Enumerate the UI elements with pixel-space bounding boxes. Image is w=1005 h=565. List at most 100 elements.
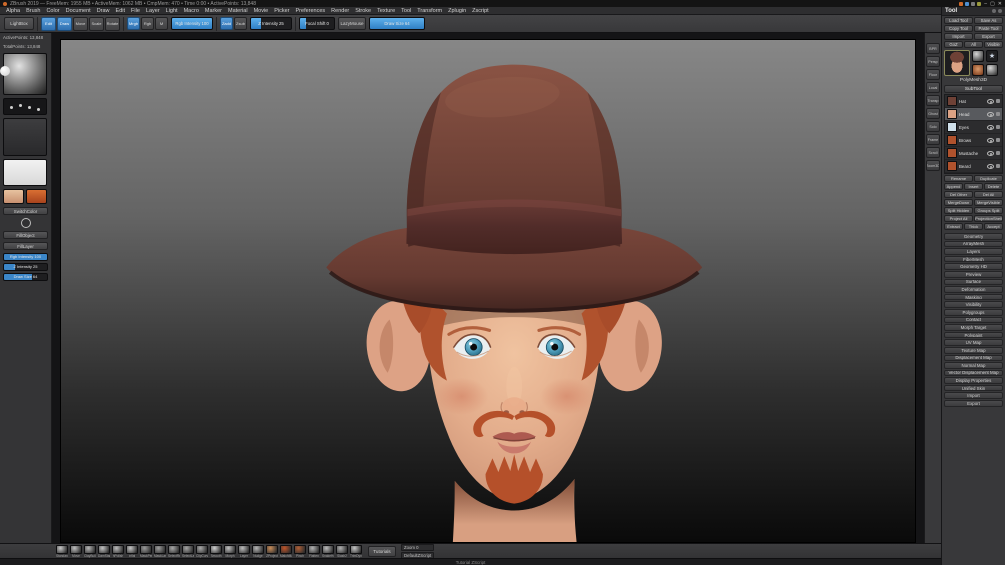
visibility-eye-icon[interactable] xyxy=(987,163,994,169)
lightbox-button[interactable]: LightBox xyxy=(4,17,34,30)
menu-file[interactable]: File xyxy=(128,7,143,15)
subtool-item-mustache[interactable]: Mustache xyxy=(945,147,1002,160)
section-deformation[interactable]: Deformation xyxy=(944,286,1003,293)
menu-preferences[interactable]: Preferences xyxy=(293,7,329,15)
palette-menu-icon[interactable] xyxy=(998,9,1002,13)
section-morph-target[interactable]: Morph Target xyxy=(944,324,1003,331)
project-all-button[interactable]: Project All xyxy=(944,215,973,222)
section-polygroups[interactable]: Polygroups xyxy=(944,308,1003,316)
visibility-eye-icon[interactable] xyxy=(987,137,994,143)
thick-button[interactable]: Thick xyxy=(964,223,983,230)
menu-picker[interactable]: Picker xyxy=(271,7,292,15)
extract-button[interactable]: Extract xyxy=(944,223,963,230)
transp-icon[interactable]: Transp xyxy=(926,95,940,106)
goz-button[interactable]: GoZ xyxy=(944,41,963,48)
append-button[interactable]: Append xyxy=(944,183,963,190)
minimize-button[interactable]: – xyxy=(984,1,987,7)
brush-morph[interactable]: Morph xyxy=(224,544,236,558)
menu-texture[interactable]: Texture xyxy=(374,7,398,15)
brush-pinch[interactable]: Pinch xyxy=(294,544,306,558)
menu-light[interactable]: Light xyxy=(163,7,181,15)
brush-smooth[interactable]: Smooth xyxy=(210,544,222,558)
projectionshell-button[interactable]: ProjectionShell xyxy=(974,215,1003,222)
all-button[interactable]: All xyxy=(964,41,983,48)
secondary-material-thumbnail[interactable] xyxy=(26,189,47,204)
polypaint-icon[interactable] xyxy=(996,125,1000,129)
section-contact[interactable]: Contact xyxy=(944,316,1003,324)
section-texture-map[interactable]: Texture Map xyxy=(944,346,1003,354)
polypaint-icon[interactable] xyxy=(996,151,1000,155)
section-layers[interactable]: Layers xyxy=(944,248,1003,255)
accept-button[interactable]: Accept xyxy=(984,223,1003,230)
menu-zscript[interactable]: Zscript xyxy=(469,7,492,15)
menu-transform[interactable]: Transform xyxy=(414,7,445,15)
polypaint-icon[interactable] xyxy=(996,99,1000,103)
visibility-eye-icon[interactable] xyxy=(987,150,994,156)
visible-button[interactable]: Visible xyxy=(984,41,1003,48)
duplicate-button[interactable]: Duplicate xyxy=(974,175,1003,182)
brush-standard[interactable]: Standard xyxy=(56,544,68,558)
zscript-tray-bar[interactable]: Tutorial ZScript xyxy=(0,558,941,565)
tool-thumb-polymesh3d-star[interactable]: ★ xyxy=(986,50,998,62)
tutorials-button[interactable]: Tutorials xyxy=(368,545,396,557)
section-preview[interactable]: Preview xyxy=(944,270,1003,278)
menu-alpha[interactable]: Alpha xyxy=(3,7,23,15)
menu-edit[interactable]: Edit xyxy=(113,7,128,15)
save-as-button[interactable]: Save As xyxy=(974,17,1003,24)
menu-marker[interactable]: Marker xyxy=(202,7,225,15)
section-display-properties[interactable]: Display Properties xyxy=(944,377,1003,384)
brush-layer[interactable]: Layer xyxy=(238,544,250,558)
current-material-thumbnail[interactable] xyxy=(3,189,24,204)
section-displacement-map[interactable]: Displacement Map xyxy=(944,354,1003,362)
zsub-button[interactable]: Zsub xyxy=(234,17,247,30)
palette-pin-icon[interactable] xyxy=(992,9,996,13)
brush-snakehook[interactable]: SnakeHook xyxy=(322,544,334,558)
subtool-item-eyes[interactable]: Eyes xyxy=(945,121,1002,134)
secondary-color-swatch[interactable] xyxy=(20,218,31,228)
tool-thumb-sphere3d[interactable] xyxy=(972,50,984,62)
insert-button[interactable]: Insert xyxy=(964,183,983,190)
polypaint-icon[interactable] xyxy=(996,112,1000,116)
brush-slash2[interactable]: Slash2 xyxy=(336,544,348,558)
section-export[interactable]: Export xyxy=(944,400,1003,407)
brush-masklasso[interactable]: MaskLasso xyxy=(154,544,166,558)
fill-object-button[interactable]: FillObject xyxy=(3,231,48,239)
menu-macro[interactable]: Macro xyxy=(181,7,202,15)
mergedown-button[interactable]: MergeDown xyxy=(944,199,973,206)
polypaint-icon[interactable] xyxy=(996,138,1000,142)
menu-draw[interactable]: Draw xyxy=(94,7,113,15)
persp-icon[interactable]: Persp xyxy=(926,56,940,67)
bpr-icon[interactable]: BPR xyxy=(926,43,940,54)
ghost-icon[interactable]: Ghost xyxy=(926,108,940,119)
store-icon[interactable] xyxy=(971,1,976,6)
section-arraymesh[interactable]: ArrayMesh xyxy=(944,240,1003,248)
zoom-indicator[interactable]: Zoom 0 xyxy=(401,543,435,551)
mrgb-button[interactable]: Mrgb xyxy=(127,17,140,30)
menu-material[interactable]: Material xyxy=(225,7,251,15)
section-geometry[interactable]: Geometry xyxy=(944,233,1003,240)
scale-mode-button[interactable]: Scale xyxy=(89,16,104,31)
edit-mode-button[interactable]: Edit xyxy=(41,16,56,31)
import-button[interactable]: Import xyxy=(944,33,973,40)
current-stroke-thumbnail[interactable] xyxy=(3,98,47,115)
rotate-mode-button[interactable]: Rotate xyxy=(105,16,120,31)
brush-move[interactable]: Move xyxy=(70,544,82,558)
copy-tool-button[interactable]: Copy Tool xyxy=(944,25,973,32)
z-intensity-slider[interactable]: Z Intensity25 xyxy=(250,17,292,30)
maximize-button[interactable]: ▢ xyxy=(990,1,995,7)
lazymouse-button[interactable]: LazyMouse xyxy=(338,17,366,30)
section-masking[interactable]: Masking xyxy=(944,293,1003,301)
rgb-button[interactable]: Rgb xyxy=(141,17,154,30)
paste-tool-button[interactable]: Paste Tool xyxy=(974,25,1003,32)
user-icon[interactable] xyxy=(965,1,970,6)
frame-icon[interactable]: Frame xyxy=(926,134,940,145)
export-button[interactable]: Export xyxy=(974,33,1003,40)
menu-brush[interactable]: Brush xyxy=(23,7,43,15)
section-normal-map[interactable]: Normal Map xyxy=(944,362,1003,369)
current-alpha-thumbnail[interactable] xyxy=(3,118,47,156)
menu-layer[interactable]: Layer xyxy=(143,7,163,15)
subtool-item-hat[interactable]: Hat xyxy=(945,95,1002,108)
brush-selectrect[interactable]: SelectRect xyxy=(168,544,180,558)
move-mode-button[interactable]: Move xyxy=(73,16,88,31)
section-visibility[interactable]: Visibility xyxy=(944,301,1003,308)
